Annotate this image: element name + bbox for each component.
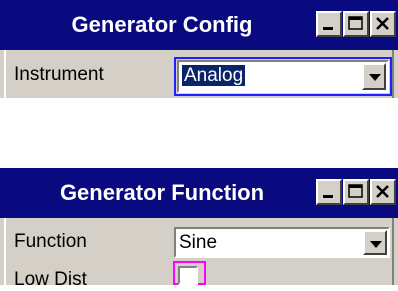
instrument-value: Analog bbox=[182, 65, 246, 86]
instrument-dropdown-button[interactable] bbox=[362, 63, 386, 90]
maximize-button[interactable] bbox=[343, 11, 369, 37]
close-icon bbox=[376, 185, 389, 198]
generator-function-window: Generator Function Function Sine Low Dis… bbox=[0, 168, 398, 290]
function-label: Function bbox=[14, 231, 87, 252]
minimize-icon bbox=[323, 195, 333, 198]
minimize-button[interactable] bbox=[316, 11, 342, 37]
low-dist-label: Low Dist bbox=[14, 269, 87, 290]
title-bar: Generator Config bbox=[0, 0, 398, 50]
chevron-down-icon bbox=[369, 74, 381, 81]
maximize-icon bbox=[348, 184, 363, 198]
maximize-icon bbox=[348, 16, 363, 30]
maximize-button[interactable] bbox=[343, 179, 369, 205]
function-value: Sine bbox=[179, 232, 218, 253]
instrument-label: Instrument bbox=[14, 64, 104, 85]
generator-config-window: Generator Config Instrument Analog bbox=[0, 0, 398, 98]
function-dropdown-button[interactable] bbox=[363, 230, 387, 255]
title-bar: Generator Function bbox=[0, 168, 398, 218]
close-icon bbox=[376, 17, 389, 30]
close-button[interactable] bbox=[370, 11, 396, 37]
window-title: Generator Function bbox=[59, 180, 265, 205]
function-select[interactable]: Sine bbox=[174, 227, 390, 258]
instrument-select[interactable]: Analog bbox=[177, 60, 389, 93]
low-dist-checkbox[interactable] bbox=[178, 266, 198, 285]
minimize-icon bbox=[323, 27, 333, 30]
window-body: Function Sine Low Dist bbox=[4, 218, 394, 290]
close-button[interactable] bbox=[370, 179, 396, 205]
window-title: Generator Config bbox=[71, 12, 253, 37]
minimize-button[interactable] bbox=[316, 179, 342, 205]
chevron-down-icon bbox=[370, 241, 382, 248]
window-body: Instrument Analog bbox=[4, 50, 394, 98]
